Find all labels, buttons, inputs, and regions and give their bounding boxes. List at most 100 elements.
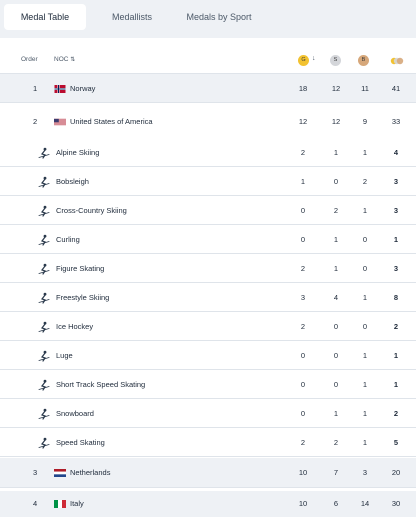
table-row-usa[interactable]: 2 United States of America 12 12 9 33	[0, 107, 416, 136]
sport-name[interactable]: Figure Skating	[56, 264, 104, 273]
sport-name[interactable]: Curling	[56, 235, 80, 244]
sport-row[interactable]: Alpine Skiing 2 1 1 4	[0, 138, 416, 167]
italy-flag-icon	[54, 500, 66, 508]
silver-count: 1	[333, 234, 339, 244]
silver-count: 7	[333, 468, 339, 477]
bronze-count: 1	[362, 147, 368, 157]
bronze-count: 1	[362, 350, 368, 360]
total-count: 3	[393, 263, 399, 273]
sport-row[interactable]: Curling 0 1 0 1	[0, 225, 416, 254]
gold-count: 0	[300, 234, 306, 244]
figure-skating-icon	[38, 263, 50, 275]
silver-count: 1	[333, 408, 339, 418]
noc-header[interactable]: NOC ⇅	[54, 56, 75, 63]
bronze-count: 0	[362, 234, 368, 244]
sport-name[interactable]: Ice Hockey	[56, 322, 93, 331]
sport-row[interactable]: Cross-Country Skiing 0 2 1 3	[0, 196, 416, 225]
silver-count: 2	[333, 205, 339, 215]
gold-count: 12	[298, 116, 308, 126]
country-name[interactable]: Netherlands	[70, 468, 110, 477]
sport-row[interactable]: Speed Skating 2 2 1 5	[0, 428, 416, 457]
bronze-count: 0	[362, 321, 368, 331]
silver-count: 2	[333, 437, 339, 447]
snowboard-icon	[38, 408, 50, 420]
gold-count: 0	[300, 379, 306, 389]
tab-medal-table[interactable]: Medal Table	[4, 4, 86, 30]
sport-name[interactable]: Cross-Country Skiing	[56, 206, 127, 215]
gold-count: 0	[300, 408, 306, 418]
bronze-count: 1	[362, 292, 368, 302]
total-count: 3	[393, 176, 399, 186]
total-count: 1	[393, 379, 399, 389]
order-cell: 4	[33, 499, 38, 508]
silver-medal-icon[interactable]: S	[330, 55, 341, 66]
sport-row[interactable]: Short Track Speed Skating 0 0 1 1	[0, 370, 416, 399]
freestyle-skiing-icon	[38, 292, 50, 304]
bronze-count: 1	[362, 205, 368, 215]
sport-name[interactable]: Luge	[56, 351, 73, 360]
bronze-count: 11	[361, 83, 369, 93]
sport-row[interactable]: Ice Hockey 2 0 0 2	[0, 312, 416, 341]
total-count: 33	[391, 116, 401, 126]
bronze-count: 9	[362, 116, 368, 126]
sport-row[interactable]: Figure Skating 2 1 0 3	[0, 254, 416, 283]
sort-icon: ⇅	[70, 57, 76, 63]
sport-name[interactable]: Short Track Speed Skating	[56, 380, 145, 389]
order-cell: 3	[33, 468, 38, 477]
sport-row[interactable]: Luge 0 0 1 1	[0, 341, 416, 370]
sport-name[interactable]: Bobsleigh	[56, 177, 89, 186]
gold-count: 2	[300, 437, 306, 447]
sport-name[interactable]: Speed Skating	[56, 438, 105, 447]
total-count: 41	[391, 83, 401, 93]
gold-count: 3	[300, 292, 306, 302]
sport-row[interactable]: Freestyle Skiing 3 4 1 8	[0, 283, 416, 312]
bronze-medal-icon[interactable]: B	[358, 55, 369, 66]
total-count: 2	[393, 321, 399, 331]
total-count: 30	[391, 499, 401, 508]
silver-count: 4	[333, 292, 339, 302]
gold-count: 2	[300, 263, 306, 273]
sport-name[interactable]: Alpine Skiing	[56, 148, 99, 157]
total-count: 2	[393, 408, 399, 418]
country-name[interactable]: Italy	[70, 499, 84, 508]
table-row-netherlands[interactable]: 3 Netherlands 10 7 3 20	[0, 458, 416, 488]
silver-count: 12	[331, 116, 341, 126]
usa-flag-icon	[54, 118, 66, 126]
table-header: Order NOC ⇅ G ↓ S B	[0, 48, 416, 74]
bobsleigh-icon	[38, 176, 50, 188]
country-name[interactable]: United States of America	[70, 117, 153, 126]
speed-skating-icon	[38, 437, 50, 449]
gold-count: 0	[300, 350, 306, 360]
alpine-skiing-icon	[38, 147, 50, 159]
gold-count: 0	[300, 205, 306, 215]
sport-row[interactable]: Bobsleigh 1 0 2 3	[0, 167, 416, 196]
silver-count: 0	[333, 321, 339, 331]
total-count: 4	[393, 147, 399, 157]
luge-icon	[38, 350, 50, 362]
table-row-norway[interactable]: 1 Norway 18 12 11 41	[0, 74, 416, 103]
silver-count: 0	[333, 379, 339, 389]
tab-medallists[interactable]: Medallists	[96, 4, 168, 30]
sport-name[interactable]: Freestyle Skiing	[56, 293, 109, 302]
gold-count: 18	[298, 83, 308, 93]
curling-icon	[38, 234, 50, 246]
total-medals-icon[interactable]	[390, 55, 404, 67]
sport-row[interactable]: Snowboard 0 1 1 2	[0, 399, 416, 428]
ice-hockey-icon	[38, 321, 50, 333]
gold-count: 1	[300, 176, 306, 186]
bronze-count: 1	[362, 379, 368, 389]
tab-medals-by-sport[interactable]: Medals by Sport	[178, 4, 260, 30]
bronze-count: 1	[362, 408, 368, 418]
bronze-count: 3	[362, 468, 368, 477]
silver-count: 1	[333, 147, 339, 157]
silver-count: 0	[333, 350, 339, 360]
total-count: 1	[393, 350, 399, 360]
sort-desc-icon[interactable]: ↓	[312, 55, 316, 62]
table-row-italy[interactable]: 4 Italy 10 6 14 30	[0, 491, 416, 517]
country-name[interactable]: Norway	[70, 84, 95, 93]
order-header: Order	[21, 56, 38, 63]
order-cell: 1	[33, 83, 38, 93]
sport-name[interactable]: Snowboard	[56, 409, 94, 418]
gold-medal-icon[interactable]: G	[298, 55, 309, 66]
total-count: 3	[393, 205, 399, 215]
